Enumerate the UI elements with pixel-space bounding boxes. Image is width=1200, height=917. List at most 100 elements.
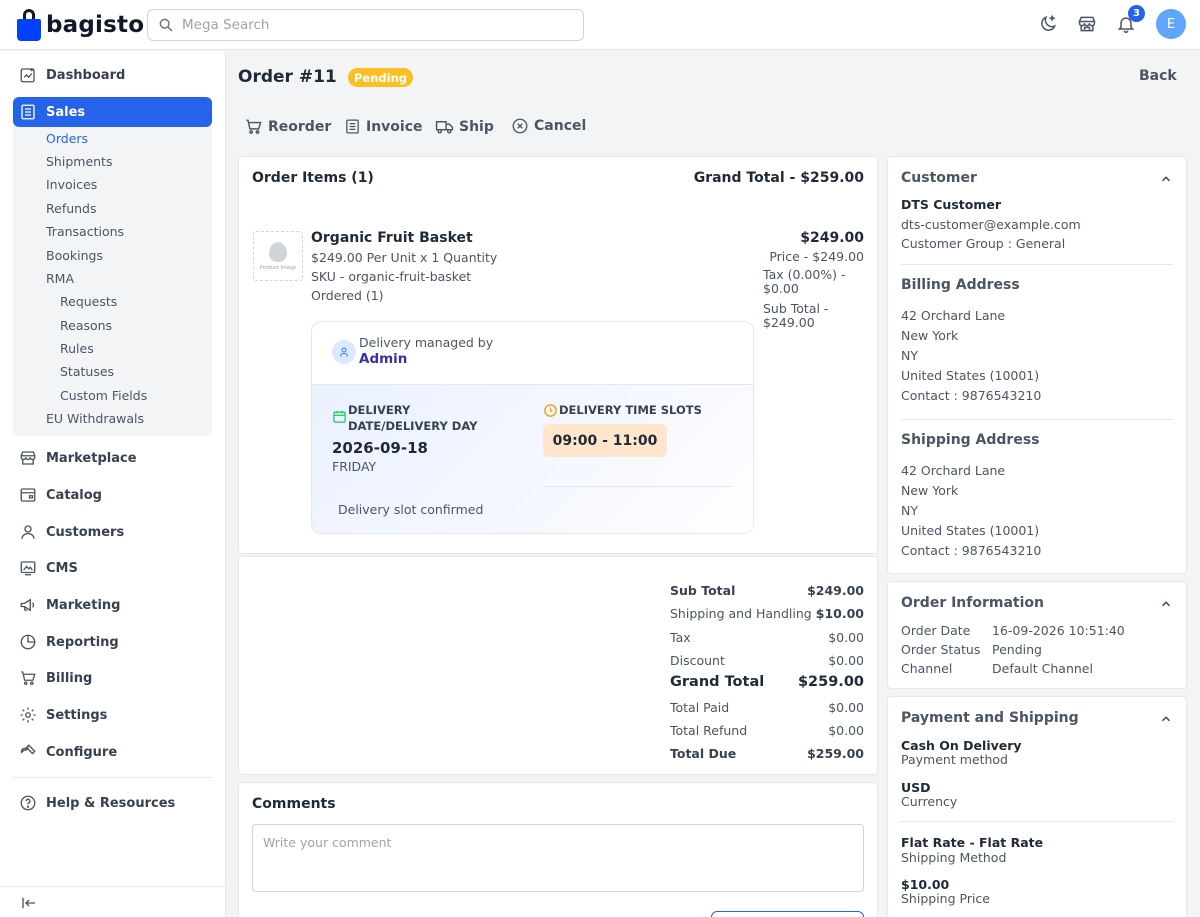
sidebar-sub-statuses[interactable]: Statuses [60,364,114,379]
product-name: Organic Fruit Basket [311,230,473,246]
cancel-circle-icon [512,118,528,134]
product-subtotal-amount: $249.00 [763,315,815,330]
totals-label: Discount [670,653,725,668]
totals-value: $259.00 [797,674,864,690]
sidebar-sub-shipments[interactable]: Shipments [46,154,112,169]
sidebar-sub-reasons[interactable]: Reasons [60,318,112,333]
sidebar-sub-bookings[interactable]: Bookings [46,248,103,263]
invoice-icon [346,119,359,134]
image-placeholder-icon [269,241,287,262]
user-icon [332,340,356,364]
marketplace-icon [20,451,36,465]
sidebar-item-label: CMS [46,560,78,576]
sidebar-sub-orders[interactable]: Orders [46,131,88,146]
sidebar-sub-custom-fields[interactable]: Custom Fields [60,388,147,403]
grand-total-header: Grand Total - $259.00 [693,170,864,186]
ship-button[interactable]: Ship [435,117,494,136]
sidebar-item-marketplace[interactable]: Marketplace [13,443,212,473]
sidebar-sub-transactions[interactable]: Transactions [46,224,124,239]
sidebar-item-customers[interactable]: Customers [13,517,212,547]
shipping-address-title: Shipping Address [901,432,1040,448]
customer-group: Customer Group : General [901,236,1066,251]
sidebar-sub-requests[interactable]: Requests [60,294,117,309]
comments-card: Comments [238,782,878,917]
chevron-up-icon[interactable] [1159,712,1173,726]
totals-value: $249.00 [807,583,864,598]
customer-email: dts-customer@example.com [901,217,1081,232]
back-button[interactable]: Back [1139,68,1177,84]
shipping-line: United States (10001) [901,523,1040,538]
mega-search[interactable] [147,9,584,41]
shipping-price: $10.00 [901,877,950,892]
order-info-label: Channel [901,661,953,676]
sidebar-item-label: Dashboard [46,67,126,83]
comments-title: Comments [252,796,336,812]
sidebar-item-label: Marketplace [46,450,137,466]
billing-line: Contact : 9876543210 [901,388,1042,403]
currency: USD [901,780,931,795]
brand-logo[interactable]: bagisto [17,8,144,41]
sidebar-sub-invoices[interactable]: Invoices [46,177,97,192]
reorder-button[interactable]: Reorder [244,117,331,136]
sidebar-item-settings[interactable]: Settings [13,700,212,730]
chevron-up-icon[interactable] [1159,597,1173,611]
pie-chart-icon [20,634,36,650]
delivery-day: FRIDAY [332,459,377,474]
order-info-value: Pending [992,642,1042,657]
sidebar-item-marketing[interactable]: Marketing [13,590,212,620]
chevron-up-icon[interactable] [1159,172,1173,186]
search-input[interactable] [182,17,562,33]
sales-icon [21,104,35,120]
sidebar-sub-rma[interactable]: RMA [46,271,74,286]
product-sku: SKU - organic-fruit-basket [311,269,472,284]
sidebar-item-label: Configure [46,744,118,760]
order-info-label: Order Date [901,623,971,638]
sidebar-item-cms[interactable]: CMS [13,553,212,583]
totals-row-shipping: Shipping and Handling $10.00 [670,606,864,621]
dark-mode-icon[interactable] [1036,12,1060,36]
sidebar-sub-eu-withdrawals[interactable]: EU Withdrawals [46,411,144,426]
comment-input[interactable] [252,824,864,892]
user-avatar[interactable]: E [1156,9,1186,39]
submit-comment-button[interactable] [711,911,864,917]
delivery-time-slot: 09:00 - 11:00 [543,424,667,457]
bag-logo-icon [17,8,41,41]
storefront-icon[interactable] [1075,12,1099,36]
sidebar-sub-refunds[interactable]: Refunds [46,201,97,216]
sidebar-item-configure[interactable]: Configure [13,737,212,767]
invoice-button[interactable]: Invoice [344,117,423,136]
notification-bell-icon[interactable]: 3 [1114,5,1145,36]
billing-line: New York [901,328,959,343]
product-subtotal-line: Sub Total - [763,301,829,316]
delivery-confirmed: Delivery slot confirmed [338,502,484,517]
sidebar-item-catalog[interactable]: Catalog [13,480,212,510]
shipping-price-label: Shipping Price [901,891,990,906]
totals-value: $0.00 [828,723,864,738]
payment-shipping-card: Payment and Shipping Cash On Delivery Pa… [887,696,1187,917]
shipping-line: 42 Orchard Lane [901,463,1006,478]
sidebar-item-help[interactable]: Help & Resources [13,788,212,818]
sidebar-sub-rules[interactable]: Rules [60,341,94,356]
order-info-value: Default Channel [992,661,1093,676]
sidebar-item-label: Catalog [46,487,102,503]
product-image: Product Image [253,231,303,281]
totals-value: $0.00 [828,653,864,668]
totals-row-paid: Total Paid $0.00 [670,700,864,715]
collapse-sidebar-icon[interactable] [20,894,38,912]
cancel-button[interactable]: Cancel [511,117,586,135]
reorder-label: Reorder [268,118,332,135]
sidebar-item-dashboard[interactable]: Dashboard [13,60,212,90]
billing-line: NY [901,348,918,363]
delivery-manager: Admin [359,351,408,367]
dashboard-icon [20,68,35,83]
delivery-slots-label: DELIVERY TIME SLOTS [559,403,702,417]
sidebar-item-billing[interactable]: Billing [13,663,212,693]
customer-title: Customer [901,170,977,186]
order-information-title: Order Information [901,595,1045,611]
sidebar-item-reporting[interactable]: Reporting [13,627,212,657]
product-per-unit: $249.00 Per Unit x 1 Quantity [311,250,498,265]
sidebar-item-label: Marketing [46,597,121,613]
sidebar-item-sales[interactable]: Sales [13,97,212,127]
totals-value: $0.00 [828,630,864,645]
shipping-method-label: Shipping Method [901,850,1007,865]
